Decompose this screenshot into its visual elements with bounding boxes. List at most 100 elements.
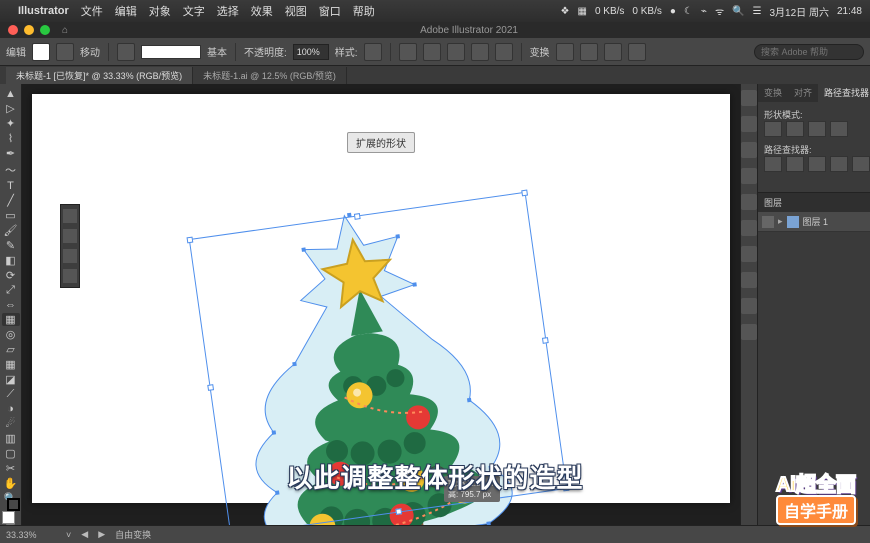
- transparency-panel-icon[interactable]: [741, 246, 757, 262]
- align-btn[interactable]: [399, 43, 417, 61]
- menu-select[interactable]: 选择: [217, 3, 239, 19]
- layer-name[interactable]: 图层 1: [803, 215, 870, 228]
- lasso-tool-icon[interactable]: ⌇: [2, 132, 20, 145]
- status-icon[interactable]: ●: [670, 6, 676, 17]
- menu-edit[interactable]: 编辑: [115, 3, 137, 19]
- rect-tool-icon[interactable]: ▭: [2, 209, 20, 222]
- gradient-tool-icon[interactable]: ◪: [2, 373, 20, 386]
- symbols-panel-icon[interactable]: [741, 168, 757, 184]
- selection-tool-icon[interactable]: ▲: [2, 88, 20, 100]
- nav-next-icon[interactable]: ▶: [98, 529, 105, 540]
- shape-builder-tool-icon[interactable]: ◎: [2, 328, 20, 341]
- dropdown-icon[interactable]: [56, 43, 74, 61]
- panel-tab[interactable]: 路径查找器: [818, 84, 870, 102]
- free-transform-tool-icon[interactable]: ▦: [2, 313, 20, 326]
- style-dropdown[interactable]: [364, 43, 382, 61]
- moon-icon[interactable]: ☾: [684, 6, 693, 17]
- help-search[interactable]: [754, 44, 864, 60]
- free-transform-widget[interactable]: [60, 204, 80, 288]
- unite-icon[interactable]: [764, 121, 782, 137]
- panel-tab[interactable]: 变换: [758, 84, 788, 102]
- transform-label[interactable]: 变换: [530, 44, 550, 59]
- tb-btn[interactable]: [604, 43, 622, 61]
- artboard[interactable]: 扩展的形状: [32, 94, 730, 503]
- visibility-icon[interactable]: [762, 216, 774, 228]
- exclude-icon[interactable]: [830, 121, 848, 137]
- layers-panel-icon[interactable]: [741, 324, 757, 340]
- menu-help[interactable]: 帮助: [353, 3, 375, 19]
- trim-icon[interactable]: [786, 156, 804, 172]
- zoom-icon[interactable]: [40, 25, 50, 35]
- expand-arrow-icon[interactable]: ▸: [778, 216, 783, 227]
- appearance-panel-icon[interactable]: [741, 272, 757, 288]
- perspective-distort-icon[interactable]: [63, 249, 77, 263]
- opacity-input[interactable]: [293, 44, 329, 60]
- align-btn[interactable]: [471, 43, 489, 61]
- tb-btn[interactable]: [628, 43, 646, 61]
- menu-window[interactable]: 窗口: [319, 3, 341, 19]
- hand-tool-icon[interactable]: ✋: [2, 477, 20, 490]
- menubar-date[interactable]: 3月12日 周六: [770, 4, 829, 19]
- stroke-panel-icon[interactable]: [741, 194, 757, 210]
- menu-view[interactable]: 视图: [285, 3, 307, 19]
- perspective-tool-icon[interactable]: ▱: [2, 343, 20, 356]
- free-transform-icon[interactable]: [63, 229, 77, 243]
- control-icon[interactable]: ☰: [753, 6, 762, 17]
- direct-select-tool-icon[interactable]: ▷: [2, 102, 20, 115]
- intersect-icon[interactable]: [808, 121, 826, 137]
- wand-tool-icon[interactable]: ✦: [2, 117, 20, 130]
- menu-object[interactable]: 对象: [149, 3, 171, 19]
- align-btn[interactable]: [423, 43, 441, 61]
- align-btn[interactable]: [495, 43, 513, 61]
- graphic-styles-panel-icon[interactable]: [741, 298, 757, 314]
- close-icon[interactable]: [8, 25, 18, 35]
- eyedropper-tool-icon[interactable]: ⟋: [2, 388, 20, 401]
- stroke-preview[interactable]: [141, 45, 201, 59]
- basic-label[interactable]: 基本: [207, 44, 227, 59]
- graph-tool-icon[interactable]: ▥: [2, 432, 20, 445]
- free-distort-icon[interactable]: [63, 269, 77, 283]
- layer-row[interactable]: ▸ 图层 1: [758, 212, 870, 232]
- divide-icon[interactable]: [764, 156, 782, 172]
- pen-tool-icon[interactable]: ✒: [2, 147, 20, 160]
- doc-tab[interactable]: 未标题-1 [已恢复]* @ 33.33% (RGB/预览): [6, 67, 193, 84]
- align-btn[interactable]: [447, 43, 465, 61]
- chevron-down-icon[interactable]: ˅: [66, 530, 71, 540]
- fill-swatch[interactable]: [32, 43, 50, 61]
- status-icon[interactable]: ❖: [561, 6, 570, 17]
- app-name[interactable]: Illustrator: [18, 5, 69, 17]
- move-label[interactable]: 移动: [80, 44, 100, 59]
- blend-tool-icon[interactable]: ◑: [2, 403, 20, 415]
- scale-tool-icon[interactable]: ⤢: [2, 284, 20, 297]
- spotlight-icon[interactable]: 🔍: [732, 6, 744, 17]
- curvature-tool-icon[interactable]: ～: [2, 162, 20, 178]
- panel-tab[interactable]: 对齐: [788, 84, 818, 102]
- nav-prev-icon[interactable]: ◀: [81, 529, 88, 540]
- menu-effect[interactable]: 效果: [251, 3, 273, 19]
- crop-icon[interactable]: [830, 156, 848, 172]
- constrain-icon[interactable]: [63, 209, 77, 223]
- menu-file[interactable]: 文件: [81, 3, 103, 19]
- swatches-panel-icon[interactable]: [741, 116, 757, 132]
- rotate-tool-icon[interactable]: ⟳: [2, 269, 20, 282]
- menubar-time[interactable]: 21:48: [837, 6, 862, 17]
- mesh-tool-icon[interactable]: ▦: [2, 358, 20, 371]
- width-tool-icon[interactable]: ⇔: [2, 299, 20, 311]
- slice-tool-icon[interactable]: ✂: [2, 462, 20, 475]
- outline-icon[interactable]: [852, 156, 870, 172]
- expand-shape-button[interactable]: 扩展的形状: [347, 132, 415, 153]
- minus-front-icon[interactable]: [786, 121, 804, 137]
- brush-tool-icon[interactable]: 🖌: [2, 224, 20, 237]
- brushes-panel-icon[interactable]: [741, 142, 757, 158]
- wifi-icon[interactable]: ᯤ: [715, 4, 724, 18]
- stroke-swatch[interactable]: [117, 43, 135, 61]
- color-panel-icon[interactable]: [741, 90, 757, 106]
- doc-tab[interactable]: 未标题-1.ai @ 12.5% (RGB/预览): [193, 67, 347, 84]
- tb-btn[interactable]: [580, 43, 598, 61]
- line-tool-icon[interactable]: ╱: [2, 194, 20, 207]
- minimize-icon[interactable]: [24, 25, 34, 35]
- type-tool-icon[interactable]: T: [2, 180, 20, 192]
- status-icon[interactable]: ⌁: [701, 6, 707, 17]
- tb-btn[interactable]: [556, 43, 574, 61]
- layers-header[interactable]: 图层: [758, 193, 870, 212]
